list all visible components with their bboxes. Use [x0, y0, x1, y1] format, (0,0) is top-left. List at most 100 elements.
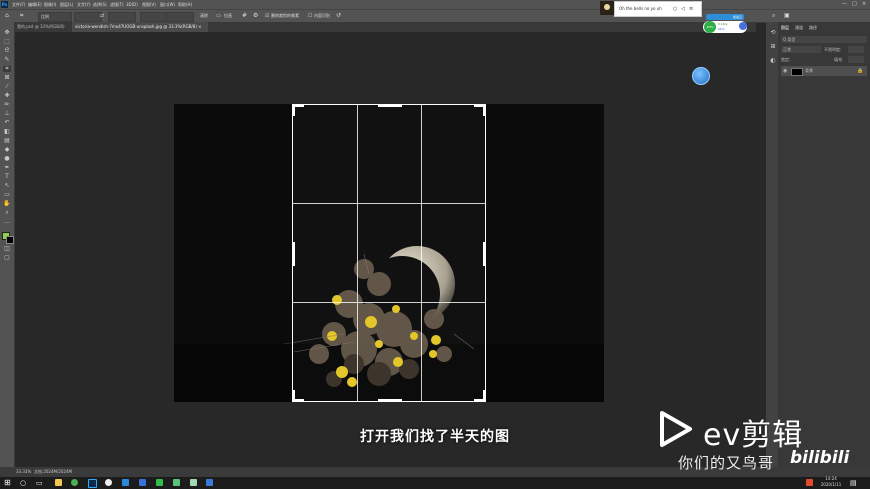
blend-mode-select[interactable]: 正常	[781, 46, 821, 53]
reset-icon[interactable]: ↺	[336, 10, 341, 22]
clock-date[interactable]: 2020/1/11	[815, 482, 847, 487]
notification-icon[interactable]: ▤	[850, 478, 857, 488]
menu-image[interactable]: 图像(I)	[44, 0, 56, 9]
chrome-icon[interactable]	[105, 479, 112, 486]
search-icon[interactable]: ○	[20, 478, 26, 488]
menu-type[interactable]: 文字(Y)	[77, 0, 91, 9]
crop-handle-left[interactable]	[292, 242, 295, 266]
minimize-button[interactable]: —	[842, 0, 847, 9]
crop-handle-top-right-v[interactable]	[483, 104, 486, 116]
menu-layer[interactable]: 图层(L)	[60, 0, 73, 9]
menu-edit[interactable]: 编辑(E)	[28, 0, 42, 9]
clock-time[interactable]: 14:24	[818, 476, 844, 481]
settings-gear-icon[interactable]: ⚙	[253, 10, 258, 22]
shape-tool-icon[interactable]: ▭	[3, 192, 11, 198]
menu-icon[interactable]: ≡	[689, 2, 693, 16]
music-lyrics-window[interactable]: Oh the bells no yo uh ○ ◁ ≡	[614, 1, 702, 17]
menu-file[interactable]: 文件(F)	[12, 0, 25, 9]
tab-layers[interactable]: 图层	[781, 25, 789, 31]
menu-select[interactable]: 选择(S)	[93, 0, 107, 9]
menu-filter[interactable]: 滤镜(T)	[110, 0, 124, 9]
straighten-icon[interactable]: ▭	[216, 10, 221, 22]
pen-tool-icon[interactable]: ✒	[3, 165, 11, 171]
quick-mask-icon[interactable]: ◫	[3, 246, 11, 252]
app-icon-green[interactable]	[173, 479, 180, 486]
layer-filter-select[interactable]: Q 类型	[781, 36, 867, 43]
volume-icon[interactable]: ◁	[681, 2, 685, 16]
maximize-button[interactable]: □	[852, 0, 857, 9]
file-explorer-icon[interactable]	[55, 479, 62, 486]
eyedropper-tool-icon[interactable]: ⁄	[3, 84, 11, 90]
crop-handle-right[interactable]	[483, 242, 486, 266]
app-icon-arrow[interactable]	[206, 479, 213, 486]
path-select-tool-icon[interactable]: ↖	[3, 183, 11, 189]
tab-paths[interactable]: 路径	[809, 25, 817, 31]
height-field[interactable]	[108, 12, 136, 22]
gradient-tool-icon[interactable]: ▤	[3, 138, 11, 144]
quick-select-tool-icon[interactable]: ✎	[3, 57, 11, 63]
workspace-icon[interactable]: ▣	[784, 10, 790, 22]
eraser-tool-icon[interactable]: ◧	[3, 129, 11, 135]
type-tool-icon[interactable]: T	[3, 174, 11, 180]
wechat-icon[interactable]	[156, 479, 163, 486]
photoshop-logo-icon[interactable]: Ps	[1, 1, 8, 8]
move-tool-icon[interactable]: ✥	[3, 30, 11, 36]
visibility-eye-icon[interactable]: ◉	[783, 66, 787, 76]
windows-start-icon[interactable]: ⊞	[4, 478, 11, 488]
accelerate-badge[interactable]: 加速云	[706, 14, 744, 20]
clone-stamp-tool-icon[interactable]: ⊥	[3, 111, 11, 117]
more-tools-icon[interactable]: …	[3, 219, 11, 225]
brush-tool-icon[interactable]: ✏	[3, 102, 11, 108]
width-field[interactable]	[74, 12, 102, 22]
adjustments-panel-icon[interactable]: ◐	[769, 58, 777, 64]
crop-handle-top-left-v[interactable]	[292, 104, 295, 116]
zoom-level[interactable]: 33.33%	[16, 467, 31, 477]
straighten-button[interactable]: 拉直	[224, 10, 232, 22]
menu-help[interactable]: 帮助(H)	[178, 0, 192, 9]
history-panel-icon[interactable]: ⟲	[769, 30, 777, 36]
app-icon-blue[interactable]	[122, 479, 129, 486]
task-view-icon[interactable]: ▭	[36, 478, 43, 488]
browser-icon[interactable]	[71, 479, 78, 486]
dodge-tool-icon[interactable]: ●	[3, 156, 11, 162]
menu-3d[interactable]: 3D(D)	[126, 0, 138, 9]
blur-tool-icon[interactable]: ◆	[3, 147, 11, 153]
hand-tool-icon[interactable]: ✋	[3, 201, 11, 207]
zoom-tool-icon[interactable]: ⌕	[3, 210, 11, 216]
tab-document-1[interactable]: 我的.psd @ 33%(RGB/8) ×	[14, 22, 72, 39]
play-icon[interactable]: ○	[673, 2, 677, 16]
frame-tool-icon[interactable]: ⊠	[3, 75, 11, 81]
resolution-field[interactable]	[140, 12, 168, 22]
network-speed-widget[interactable]: 加速云 40% 0.1K/s 0K/s	[703, 14, 749, 38]
tray-app-icon[interactable]	[806, 479, 813, 486]
clear-button[interactable]: 清除	[200, 10, 208, 22]
overlay-grid-icon[interactable]: #	[242, 10, 247, 22]
delete-cropped-checkbox[interactable]: ☑	[265, 10, 269, 22]
background-color-swatch[interactable]	[6, 236, 14, 244]
crop-handle-top[interactable]	[378, 104, 402, 107]
history-brush-tool-icon[interactable]: ↶	[3, 120, 11, 126]
floating-assistant-icon[interactable]	[692, 67, 710, 85]
fill-field[interactable]	[848, 56, 864, 63]
close-button[interactable]: ×	[862, 0, 866, 9]
crop-handle-bottom[interactable]	[378, 399, 402, 402]
healing-brush-tool-icon[interactable]: ✚	[3, 93, 11, 99]
marquee-tool-icon[interactable]: ⬚	[3, 39, 11, 45]
lasso-tool-icon[interactable]: ᘓ	[3, 48, 11, 54]
crop-handle-bottom-left-v[interactable]	[292, 390, 295, 402]
menu-view[interactable]: 视图(V)	[142, 0, 156, 9]
crop-handle-bottom-right-v[interactable]	[483, 390, 486, 402]
tab-document-2[interactable]: victoria-wendish-7mo47UOGB-unsplash.jpg …	[72, 22, 208, 32]
content-aware-checkbox[interactable]: ☐	[308, 10, 312, 22]
layer-row[interactable]: ◉ 背景 🔒	[781, 66, 867, 76]
screen-mode-icon[interactable]: ▢	[3, 255, 11, 261]
app-icon-mint[interactable]	[190, 479, 197, 486]
ratio-select[interactable]: 比例	[38, 12, 72, 22]
crop-box[interactable]	[292, 104, 486, 402]
crop-tool-icon[interactable]: ⌗	[20, 10, 23, 22]
search-icon[interactable]: ⌕	[772, 10, 775, 22]
music-album-thumbnail[interactable]	[600, 1, 614, 15]
properties-panel-icon[interactable]: ⊞	[769, 44, 777, 50]
photoshop-taskbar-icon[interactable]	[88, 479, 97, 488]
resolution-unit-select[interactable]	[166, 12, 194, 22]
